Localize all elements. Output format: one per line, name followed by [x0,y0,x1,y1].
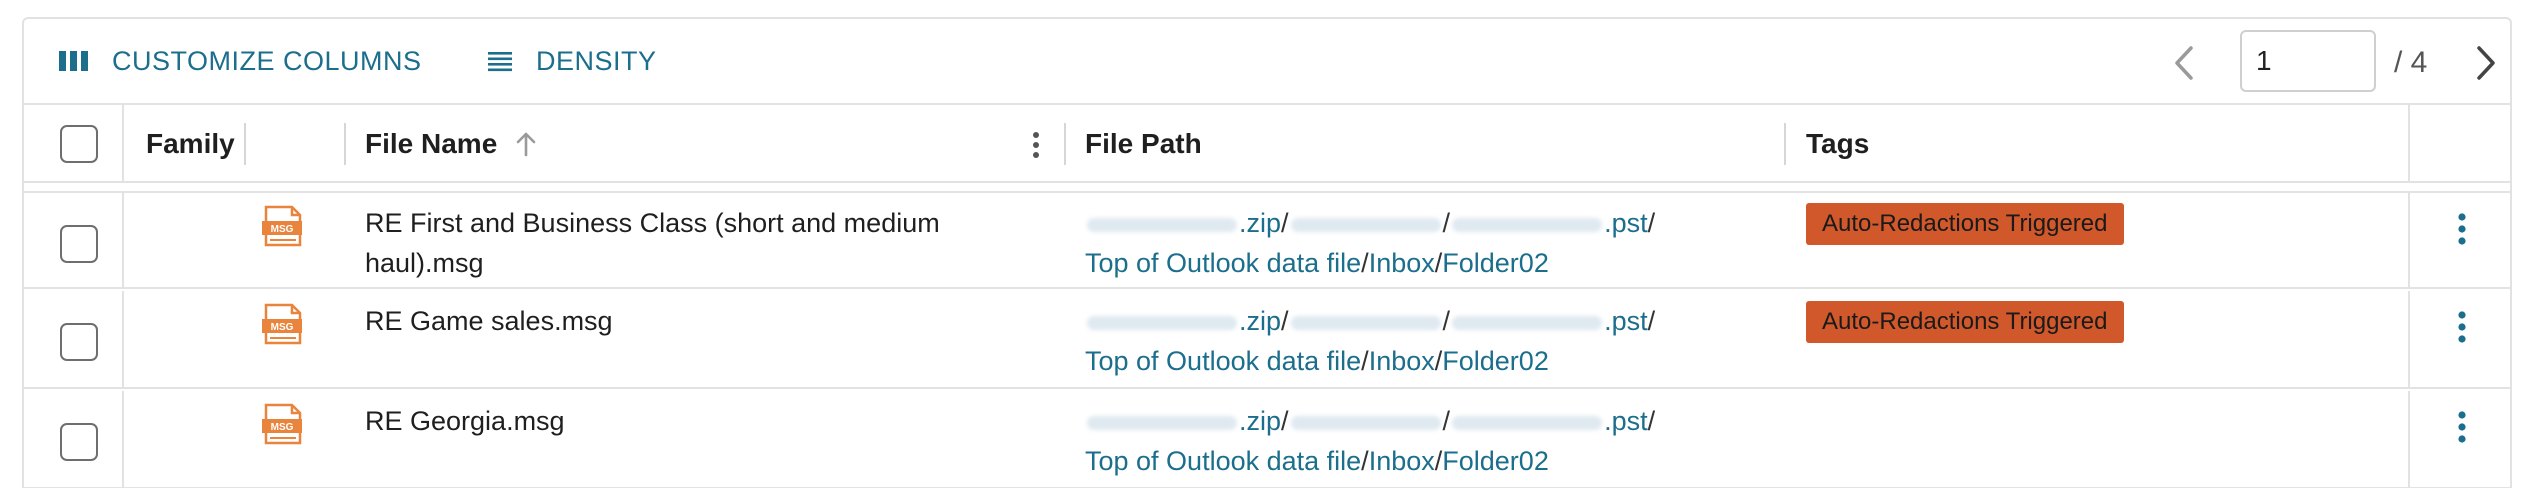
table-row[interactable]: MSG RE First and Business Class (short a… [24,191,2510,289]
redacted-text [1087,315,1237,330]
column-resize-handle[interactable] [344,123,346,165]
path-separator: / [1442,208,1451,238]
file-path-cell: .zip// .pst/ Top of Outlook data file/Inb… [1085,301,1785,381]
customize-columns-label: CUSTOMIZE COLUMNS [112,45,422,76]
svg-text:MSG: MSG [271,422,294,433]
column-header-family[interactable]: Family [146,105,235,183]
density-label: DENSITY [536,45,657,76]
path-separator: / [1647,406,1656,436]
more-vertical-icon [2458,311,2466,343]
file-name-cell[interactable]: RE Game sales.msg [365,301,1065,341]
file-path-cell: .zip// .pst/ Top of Outlook data file/Inb… [1085,401,1785,481]
path-pst-link[interactable]: .pst [1604,406,1648,436]
path-separator: / [1281,306,1289,336]
file-name-header-label: File Name [365,128,498,159]
more-vertical-icon [2458,411,2466,443]
path-pst-link[interactable]: .pst [1604,208,1648,238]
chevron-right-icon [2477,46,2495,80]
row-checkbox[interactable] [60,423,98,461]
pager-prev-button[interactable] [2164,41,2204,85]
column-divider [2408,193,2410,287]
redacted-text [1290,315,1441,330]
path-folder-link[interactable]: Top of Outlook data file [1085,248,1361,278]
file-name-cell[interactable]: RE Georgia.msg [365,401,1065,441]
path-separator: / [1647,208,1656,238]
path-folder-link[interactable]: Folder02 [1442,346,1549,376]
path-zip-link[interactable]: .zip [1239,406,1281,436]
path-separator: / [1281,406,1289,436]
row-checkbox[interactable] [60,323,98,361]
column-divider [122,105,124,183]
column-divider [122,193,124,287]
path-zip-link[interactable]: .zip [1239,208,1281,238]
column-resize-handle[interactable] [1784,123,1786,165]
column-header-file-path[interactable]: File Path [1085,105,1202,183]
file-name-cell[interactable]: RE First and Business Class (short and m… [365,203,1065,283]
file-path-cell: .zip// .pst/ Top of Outlook data file/Inb… [1085,203,1785,283]
chevron-left-icon [2175,46,2193,80]
path-zip-link[interactable]: .zip [1239,306,1281,336]
column-divider [2408,291,2410,387]
table-row[interactable]: MSG RE Georgia.msg .zip// .pst/ Top of Ou… [24,391,2510,488]
column-divider [2408,105,2410,183]
path-separator: / [1361,248,1369,278]
redacted-text [1087,217,1237,232]
pager-next-button[interactable] [2466,41,2506,85]
more-vertical-icon [2458,213,2466,245]
redacted-text [1452,315,1603,330]
column-divider [2408,391,2410,487]
redacted-text [1290,415,1441,430]
column-header-file-name[interactable]: File Name [365,105,537,183]
column-divider [122,291,124,387]
path-pst-link[interactable]: .pst [1604,306,1648,336]
column-resize-handle[interactable] [244,123,246,165]
row-actions-button[interactable] [2444,405,2480,449]
customize-columns-button[interactable]: CUSTOMIZE COLUMNS [58,39,422,83]
path-folder-link[interactable]: Folder02 [1442,248,1549,278]
msg-file-icon: MSG [262,205,304,254]
path-separator: / [1281,208,1289,238]
redacted-text [1087,415,1237,430]
path-folder-link[interactable]: Inbox [1369,446,1435,476]
column-divider [122,391,124,487]
table-row[interactable]: MSG RE Game sales.msg .zip// .pst/ Top of… [24,291,2510,389]
tag-badge: Auto-Redactions Triggered [1806,301,2124,343]
grid-header: Family File Name File Path Tags [24,103,2510,183]
redacted-text [1290,217,1441,232]
row-actions-button[interactable] [2444,207,2480,251]
density-lines-icon [486,49,514,73]
redacted-text [1452,415,1603,430]
select-all-checkbox[interactable] [60,125,98,163]
path-separator: / [1647,306,1656,336]
row-actions-button[interactable] [2444,305,2480,349]
svg-text:MSG: MSG [271,224,294,235]
path-folder-link[interactable]: Top of Outlook data file [1085,446,1361,476]
column-resize-handle[interactable] [1064,123,1066,165]
row-checkbox[interactable] [60,225,98,263]
path-folder-link[interactable]: Top of Outlook data file [1085,346,1361,376]
path-folder-link[interactable]: Folder02 [1442,446,1549,476]
path-separator: / [1442,306,1451,336]
grid-toolbar: CUSTOMIZE COLUMNS DENSITY / 4 [24,19,2510,103]
path-folder-link[interactable]: Inbox [1369,346,1435,376]
path-separator: / [1361,446,1369,476]
density-button[interactable]: DENSITY [486,39,657,83]
path-separator: / [1361,346,1369,376]
column-header-tags[interactable]: Tags [1806,105,1869,183]
page-number-input[interactable] [2240,30,2376,92]
tag-badge: Auto-Redactions Triggered [1806,203,2124,245]
msg-file-icon: MSG [262,403,304,452]
page-total-label: / 4 [2394,46,2428,79]
view-column-icon [58,49,90,73]
msg-file-icon: MSG [262,303,304,352]
svg-text:MSG: MSG [271,322,294,333]
path-folder-link[interactable]: Inbox [1369,248,1435,278]
path-separator: / [1442,406,1451,436]
select-all-cell [60,105,98,183]
data-grid: CUSTOMIZE COLUMNS DENSITY / 4 [22,17,2512,488]
more-vertical-icon[interactable] [1024,127,1048,163]
redacted-text [1452,217,1603,232]
arrow-up-icon[interactable] [515,131,537,157]
